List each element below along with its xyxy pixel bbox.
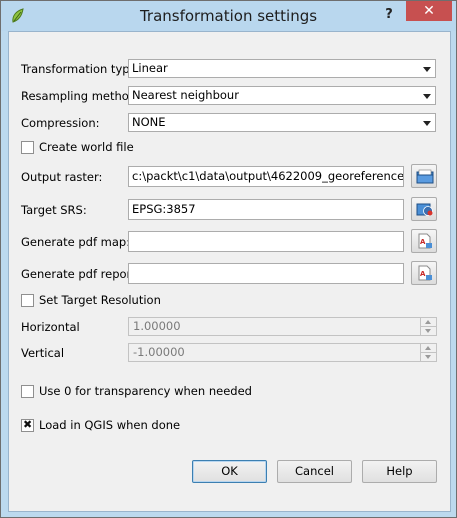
resampling-method-value: Nearest neighbour (132, 88, 239, 102)
ok-button[interactable]: OK (192, 460, 267, 483)
output-raster-input[interactable]: c:\packt\c1\data\output\4622009_georefer… (128, 166, 404, 187)
output-raster-label: Output raster: (21, 170, 103, 184)
pdf-icon: A (418, 265, 432, 281)
compression-value: NONE (132, 115, 166, 129)
help-button[interactable]: Help (362, 460, 437, 483)
chevron-down-icon (420, 62, 433, 75)
svg-text:A: A (420, 270, 426, 278)
transformation-type-label: Transformation type: (21, 62, 141, 76)
pdf-icon: A (418, 233, 432, 249)
chevron-down-icon (420, 89, 433, 102)
transformation-type-select[interactable]: Linear (128, 59, 436, 78)
spin-up-icon[interactable] (420, 318, 436, 326)
load-in-qgis-label: Load in QGIS when done (39, 418, 181, 432)
spin-down-icon[interactable] (420, 326, 436, 335)
transformation-type-value: Linear (132, 61, 168, 75)
globe-icon (416, 203, 433, 216)
title-bar[interactable]: Transformation settings ? ✕ (1, 1, 456, 31)
pdf-map-label: Generate pdf map: (21, 235, 131, 249)
set-target-resolution-label: Set Target Resolution (39, 293, 161, 307)
compression-select[interactable]: NONE (128, 113, 436, 132)
resampling-method-select[interactable]: Nearest neighbour (128, 86, 436, 105)
dialog-body: Transformation type: Linear Resampling m… (8, 31, 451, 512)
dialog-window: Transformation settings ? ✕ Transformati… (0, 0, 457, 518)
pdf-report-input[interactable] (128, 263, 404, 284)
compression-label: Compression: (21, 116, 100, 130)
horizontal-label: Horizontal (21, 320, 80, 334)
target-srs-label: Target SRS: (21, 203, 87, 217)
horizontal-value: 1.00000 (133, 319, 181, 333)
create-world-file-checkbox[interactable] (21, 141, 34, 154)
vertical-spinbox[interactable]: -1.00000 (128, 343, 437, 362)
horizontal-spinbox[interactable]: 1.00000 (128, 317, 437, 336)
create-world-file-label: Create world file (39, 140, 134, 154)
transparency-checkbox[interactable] (21, 385, 34, 398)
vertical-value: -1.00000 (133, 345, 185, 359)
title-help-button[interactable]: ? (378, 5, 400, 25)
resampling-method-label: Resampling method: (21, 89, 141, 103)
browse-output-button[interactable] (411, 164, 437, 188)
target-srs-input[interactable]: EPSG:3857 (128, 199, 404, 220)
chevron-down-icon (420, 116, 433, 129)
pdf-map-button[interactable]: A (411, 229, 437, 253)
transparency-label: Use 0 for transparency when needed (39, 384, 252, 398)
svg-text:A: A (420, 238, 426, 246)
folder-icon (416, 169, 434, 184)
pdf-report-button[interactable]: A (411, 261, 437, 285)
cancel-button[interactable]: Cancel (277, 460, 352, 483)
set-target-resolution-checkbox[interactable] (21, 294, 34, 307)
spin-up-icon[interactable] (420, 344, 436, 352)
close-button[interactable]: ✕ (406, 1, 452, 21)
pdf-report-label: Generate pdf report: (21, 267, 140, 281)
vertical-label: Vertical (21, 346, 65, 360)
load-in-qgis-checkbox[interactable] (21, 418, 34, 432)
select-srs-button[interactable] (411, 197, 437, 221)
spin-down-icon[interactable] (420, 352, 436, 361)
pdf-map-input[interactable] (128, 231, 404, 252)
